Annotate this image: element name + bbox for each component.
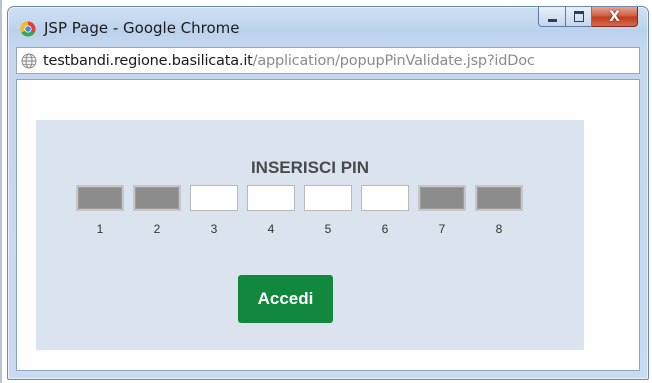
- screen-edge: [0, 0, 2, 383]
- pin-panel: INSERISCI PIN 1 2 3 4 5 6 7 8 Accedi: [36, 120, 584, 350]
- pin-box-3[interactable]: [190, 185, 238, 211]
- pin-title: INSERISCI PIN: [250, 158, 370, 177]
- pin-box-8: [475, 185, 523, 211]
- pin-box-1: [76, 185, 124, 211]
- pin-box-5[interactable]: [304, 185, 352, 211]
- pin-box-2: [133, 185, 181, 211]
- pin-number-label: 1: [96, 222, 104, 236]
- pin-box-7: [418, 185, 466, 211]
- url-host: testbandi.regione.basilicata.it: [43, 53, 253, 69]
- page-content: INSERISCI PIN 1 2 3 4 5 6 7 8 Accedi: [16, 79, 640, 371]
- address-bar[interactable]: testbandi.regione.basilicata.it/applicat…: [16, 47, 640, 74]
- pin-number-label: 4: [267, 222, 275, 236]
- url-text[interactable]: testbandi.regione.basilicata.it/applicat…: [43, 53, 535, 69]
- pin-input-row: [76, 185, 532, 211]
- close-icon: X: [609, 8, 620, 25]
- window-title: JSP Page - Google Chrome: [44, 19, 240, 37]
- pin-box-4[interactable]: [247, 185, 295, 211]
- browser-popup-window: JSP Page - Google Chrome X testbandi.reg…: [7, 6, 649, 380]
- pin-number-label: 8: [495, 222, 503, 236]
- pin-box-6[interactable]: [361, 185, 409, 211]
- maximize-button[interactable]: [566, 7, 592, 27]
- url-path: /application/popupPinValidate.jsp?idDoc: [252, 53, 535, 69]
- pin-number-row: 1 2 3 4 5 6 7 8: [76, 222, 532, 236]
- minimize-button[interactable]: [538, 7, 566, 27]
- minimize-icon: [547, 18, 557, 22]
- globe-icon: [21, 53, 37, 69]
- close-button[interactable]: X: [592, 7, 638, 27]
- pin-number-label: 6: [381, 222, 389, 236]
- window-controls: X: [538, 7, 638, 29]
- maximize-icon: [573, 11, 584, 22]
- pin-number-label: 3: [210, 222, 218, 236]
- accedi-button[interactable]: Accedi: [238, 275, 333, 323]
- chrome-icon: [20, 21, 36, 37]
- title-bar[interactable]: JSP Page - Google Chrome X: [8, 7, 648, 47]
- pin-number-label: 5: [324, 222, 332, 236]
- pin-number-label: 2: [153, 222, 161, 236]
- pin-number-label: 7: [438, 222, 446, 236]
